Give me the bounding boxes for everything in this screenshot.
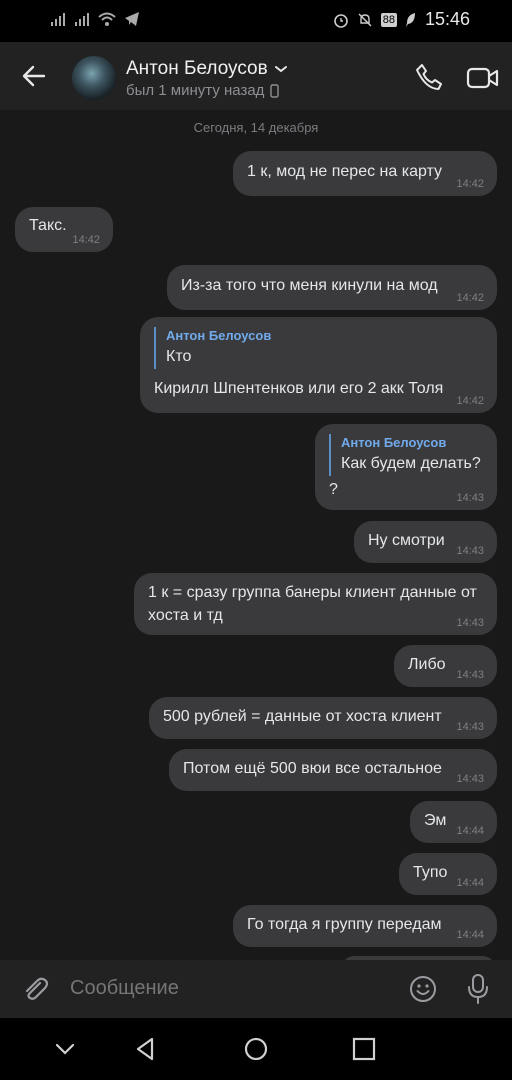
message-text: 1 к, мод не перес на карту [247,163,443,180]
message-bubble-outgoing[interactable]: Го тогда я группу передам 14:44 [233,905,497,947]
message-time: 14:43 [456,721,484,733]
quote-author: Антон Белоусов [341,435,447,450]
message-bubble-outgoing[interactable]: Из-за того что меня кинули на мод 14:42 [167,265,497,310]
message-time: 14:43 [456,773,484,785]
alarm-icon [333,13,348,28]
battery-indicator: 88 [380,12,397,27]
system-navigation-bar [0,1018,512,1080]
signal-icon [51,13,65,26]
quote-text: Кто [166,348,192,365]
message-time: 14:44 [456,877,484,889]
message-text: Потом ещё 500 вюи все остальное [183,760,442,777]
message-bubble-outgoing[interactable]: Эм 14:44 [410,801,497,843]
message-input[interactable] [68,976,392,1001]
message-bubble-outgoing[interactable]: 1 к, мод не перес на карту 14:42 [233,151,497,196]
message-time: 14:44 [456,929,484,941]
message-bubble-outgoing[interactable]: Потом ещё 500 вюи все остальное 14:43 [169,749,497,791]
signal-icon [75,13,89,26]
status-left-icons [50,11,140,27]
chevron-down-icon[interactable] [52,1036,78,1062]
emoji-icon[interactable] [408,974,438,1004]
message-time: 14:43 [456,492,484,504]
phone-call-icon[interactable] [414,62,444,92]
home-circle-icon[interactable] [243,1036,269,1062]
message-text: Го тогда я группу передам [247,916,442,933]
mobile-device-icon [270,83,280,98]
message-text: Из-за того что меня кинули на мод [181,277,438,294]
contact-status-row: был 1 минуту назад [126,82,280,99]
mute-icon [358,12,372,27]
message-bubble-outgoing[interactable]: Либо 14:43 [394,645,497,687]
message-bubble-outgoing[interactable]: Тупо 14:44 [399,853,497,895]
recents-square-icon[interactable] [351,1036,377,1062]
leaf-icon [405,12,415,27]
message-composer [0,960,512,1018]
clock: 15:46 [424,9,470,29]
back-triangle-icon[interactable] [133,1036,159,1062]
message-time: 14:42 [456,178,484,190]
message-list[interactable]: Сегодня, 14 декабря 1 к, мод не перес на… [0,110,512,960]
message-time: 14:42 [456,395,484,407]
chat-header: Антон Белоусов был 1 минуту назад [0,42,512,110]
message-time: 14:43 [456,545,484,557]
avatar[interactable] [72,56,116,100]
message-time: 14:44 [456,825,484,837]
quote-text: Как будем делать? [341,455,481,472]
wifi-icon [98,12,116,26]
status-bar: 88 15:46 [0,0,512,42]
paperclip-icon[interactable] [20,974,50,1004]
message-text: Кирилл Шпентенков или его 2 акк Толя [154,380,444,397]
microphone-icon[interactable] [466,973,490,1005]
message-text: хоста и тд [148,607,223,624]
message-time: 14:43 [456,617,484,629]
message-text: 500 рублей = данные от хоста клиент [163,708,442,725]
contact-name-row[interactable]: Антон Белоусов [126,58,288,80]
message-time: 14:42 [456,292,484,304]
message-bubble-incoming[interactable]: Такс. 14:42 [15,207,113,252]
contact-status: был 1 минуту назад [126,82,265,99]
video-call-icon[interactable] [466,64,500,92]
telegram-icon [125,12,139,26]
message-bubble-outgoing[interactable]: 500 рублей = данные от хоста клиент 14:4… [149,697,497,739]
message-time: 14:43 [456,669,484,681]
message-bubble-outgoing[interactable]: 1 к = сразу группа банеры клиент данные … [134,573,497,635]
message-bubble-outgoing[interactable]: Ну смотри 14:43 [354,521,497,563]
back-arrow-icon[interactable] [20,62,48,90]
message-bubble-outgoing[interactable]: Антон Белоусов Как будем делать? ? 14:43 [315,424,497,510]
chevron-down-icon [274,66,287,73]
reply-quote[interactable]: Антон Белоусов Как будем делать? [329,434,481,476]
message-time: 14:42 [72,234,100,246]
contact-name: Антон Белоусов [126,58,268,79]
status-right-icons: 88 15:46 [333,9,470,30]
message-bubble-outgoing[interactable]: Антон Белоусов Кто Кирилл Шпентенков или… [140,317,497,413]
date-separator: Сегодня, 14 декабря [193,120,319,135]
reply-quote[interactable]: Антон Белоусов Кто [154,327,271,369]
quote-author: Антон Белоусов [166,328,272,343]
